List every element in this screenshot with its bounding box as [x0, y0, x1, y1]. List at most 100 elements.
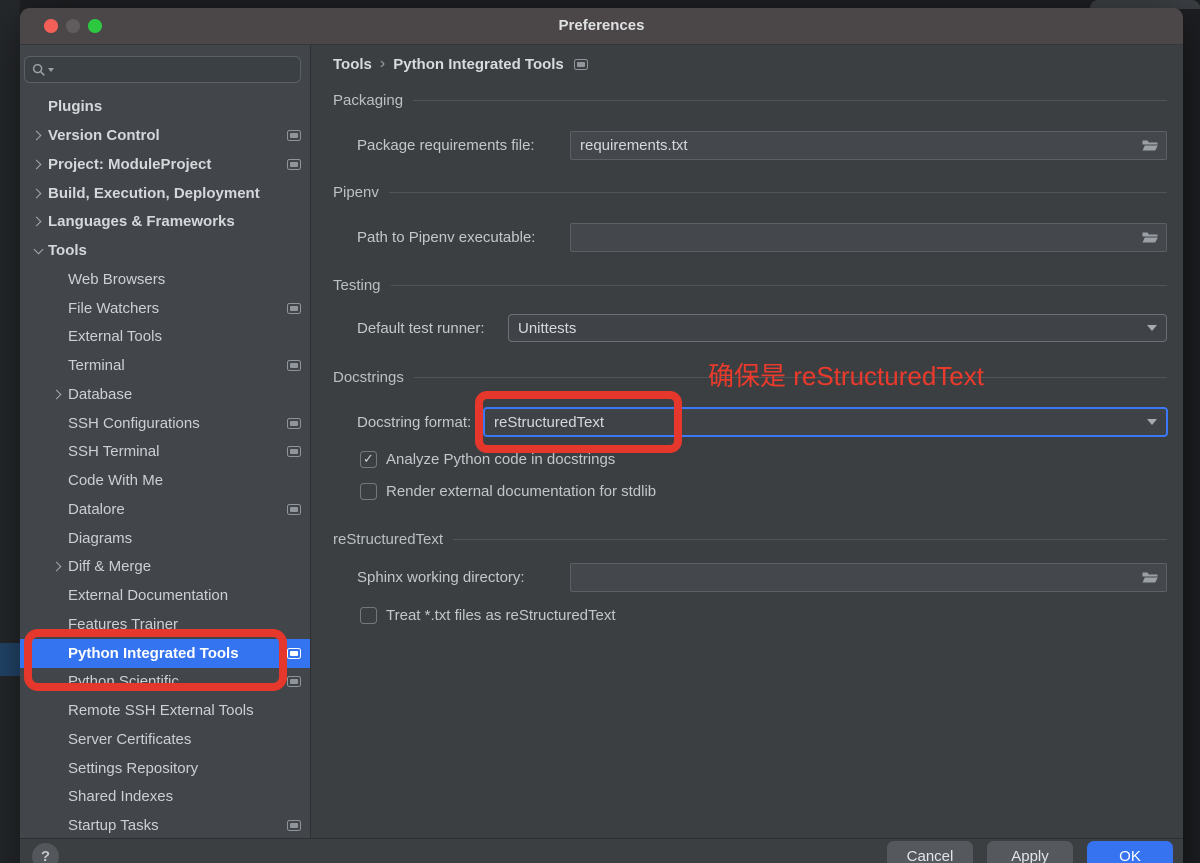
sphinx-directory-row: Sphinx working directory:: [357, 563, 525, 592]
search-filter-caret-icon[interactable]: [48, 68, 54, 72]
sidebar-item-label: Version Control: [48, 127, 160, 144]
section-title: reStructuredText: [333, 531, 443, 548]
sidebar-item-external-documentation[interactable]: External Documentation: [20, 581, 310, 610]
sidebar-item-version-control[interactable]: Version Control: [20, 121, 310, 150]
test-runner-dropdown[interactable]: Unittests: [508, 314, 1167, 342]
sidebar-item-file-watchers[interactable]: File Watchers: [20, 294, 310, 323]
sidebar-item-remote-ssh-external-tools[interactable]: Remote SSH External Tools: [20, 696, 310, 725]
cancel-button[interactable]: Cancel: [887, 841, 973, 863]
sidebar-item-startup-tasks[interactable]: Startup Tasks: [20, 811, 310, 838]
help-button[interactable]: ?: [32, 843, 59, 863]
sidebar-item-diagrams[interactable]: Diagrams: [20, 524, 310, 553]
chevron-slot: [28, 99, 48, 115]
chevron-right-icon[interactable]: [52, 562, 62, 572]
section-restructuredtext: reStructuredText: [333, 530, 1167, 548]
browse-folder-button[interactable]: [1141, 571, 1159, 585]
chevron-right-icon[interactable]: [32, 217, 42, 227]
sidebar-item-web-browsers[interactable]: Web Browsers: [20, 265, 310, 294]
sidebar-item-ssh-terminal[interactable]: SSH Terminal: [20, 438, 310, 467]
sidebar-item-plugins[interactable]: Plugins: [20, 93, 310, 122]
annotation-box-sidebar: [24, 629, 287, 691]
sidebar-item-label: Web Browsers: [68, 271, 165, 288]
sidebar-item-label: Settings Repository: [68, 760, 198, 777]
apply-button[interactable]: Apply: [987, 841, 1073, 863]
sidebar-item-terminal[interactable]: Terminal: [20, 351, 310, 380]
section-title: Testing: [333, 277, 381, 294]
analyze-docstrings-label: Analyze Python code in docstrings: [386, 451, 615, 468]
chevron-right-icon[interactable]: [32, 160, 42, 170]
sidebar-item-external-tools[interactable]: External Tools: [20, 323, 310, 352]
sidebar-item-label: Languages & Frameworks: [48, 213, 235, 230]
chevron-slot: [28, 243, 48, 259]
requirements-file-field[interactable]: requirements.txt: [570, 131, 1167, 160]
pipenv-path-field[interactable]: [570, 223, 1167, 252]
test-runner-row: Default test runner:: [357, 314, 485, 342]
breadcrumb: Tools › Python Integrated Tools: [333, 53, 597, 75]
sidebar-item-label: Tools: [48, 242, 87, 259]
sidebar-item-datalore[interactable]: Datalore: [20, 495, 310, 524]
panel-icon: [287, 676, 301, 687]
sidebar-item-label: Project: ModuleProject: [48, 156, 211, 173]
sidebar-item-label: Diff & Merge: [68, 558, 151, 575]
sidebar-item-code-with-me[interactable]: Code With Me: [20, 466, 310, 495]
sidebar-item-shared-indexes[interactable]: Shared Indexes: [20, 783, 310, 812]
panel-icon: [287, 446, 301, 457]
section-divider: [391, 285, 1167, 286]
sidebar-item-tools[interactable]: Tools: [20, 236, 310, 265]
section-divider: [453, 539, 1167, 540]
sidebar-item-label: Diagrams: [68, 530, 132, 547]
requirements-file-row: Package requirements file:: [357, 131, 535, 160]
sidebar-item-ssh-configurations[interactable]: SSH Configurations: [20, 409, 310, 438]
folder-icon: [1142, 139, 1158, 152]
sphinx-directory-field[interactable]: [570, 563, 1167, 592]
sphinx-directory-label: Sphinx working directory:: [357, 569, 525, 586]
sidebar-item-label: External Tools: [68, 328, 162, 345]
browse-folder-button[interactable]: [1141, 139, 1159, 153]
test-runner-value: Unittests: [518, 320, 576, 337]
chevron-right-icon[interactable]: [32, 131, 42, 141]
chevron-slot: [48, 530, 68, 546]
sidebar-item-languages-frameworks[interactable]: Languages & Frameworks: [20, 208, 310, 237]
sidebar-item-diff-merge[interactable]: Diff & Merge: [20, 553, 310, 582]
sidebar-item-label: Server Certificates: [68, 731, 191, 748]
sidebar-item-build-execution-deployment[interactable]: Build, Execution, Deployment: [20, 179, 310, 208]
breadcrumb-separator: ›: [372, 55, 393, 73]
docstring-format-label: Docstring format:: [357, 414, 471, 431]
sidebar-item-label: Remote SSH External Tools: [68, 702, 254, 719]
sidebar-item-database[interactable]: Database: [20, 380, 310, 409]
background-left-strip: [0, 0, 20, 863]
browse-folder-button[interactable]: [1141, 231, 1159, 245]
sidebar-item-label: Build, Execution, Deployment: [48, 185, 260, 202]
requirements-file-label: Package requirements file:: [357, 137, 535, 154]
sidebar-item-settings-repository[interactable]: Settings Repository: [20, 754, 310, 783]
settings-sidebar: Plugins Version Control Project: ModulePro…: [20, 45, 310, 838]
render-stdlib-checkbox[interactable]: [360, 483, 377, 500]
breadcrumb-root[interactable]: Tools: [333, 56, 372, 73]
background-selection-fragment: [0, 643, 20, 676]
panel-icon: [287, 648, 301, 659]
chevron-slot: [48, 559, 68, 575]
section-pipenv: Pipenv: [333, 183, 1167, 201]
pipenv-path-row: Path to Pipenv executable:: [357, 223, 535, 252]
treat-txt-checkbox[interactable]: [360, 607, 377, 624]
panel-icon: [287, 504, 301, 515]
sidebar-item-server-certificates[interactable]: Server Certificates: [20, 725, 310, 754]
chevron-down-icon[interactable]: [33, 244, 43, 254]
chevron-right-icon[interactable]: [32, 188, 42, 198]
ok-button[interactable]: OK: [1087, 841, 1173, 863]
analyze-docstrings-checkbox[interactable]: [360, 451, 377, 468]
screenshot-root: Preferences PluginsVersion ControlProjec…: [0, 0, 1200, 863]
section-divider: [389, 192, 1167, 193]
chevron-slot: [48, 329, 68, 345]
chevron-slot: [48, 358, 68, 374]
search-input[interactable]: [24, 56, 301, 83]
chevron-right-icon[interactable]: [52, 390, 62, 400]
panel-icon: [287, 303, 301, 314]
requirements-file-value: requirements.txt: [580, 137, 688, 154]
docstring-format-row: Docstring format:: [357, 407, 471, 437]
section-title: Packaging: [333, 92, 403, 109]
sidebar-item-project-moduleproject[interactable]: Project: ModuleProject: [20, 150, 310, 179]
test-runner-label: Default test runner:: [357, 320, 485, 337]
dialog-footer: ? Cancel Apply OK: [20, 838, 1183, 863]
chevron-slot: [48, 415, 68, 431]
